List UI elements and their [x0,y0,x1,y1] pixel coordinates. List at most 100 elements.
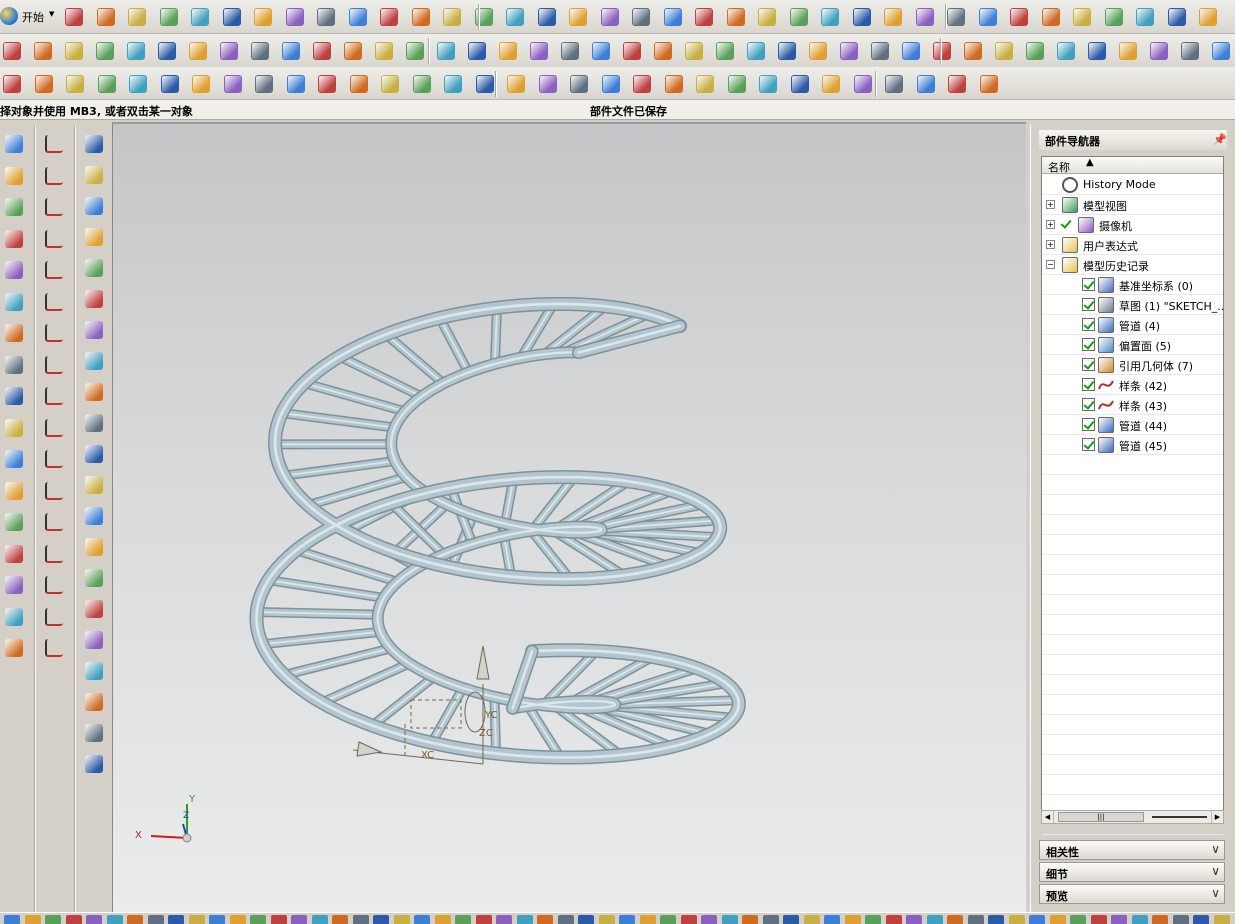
project-button[interactable] [42,227,66,251]
selection-filter-icon[interactable] [1070,915,1086,924]
assembly-button[interactable] [818,5,842,29]
new-button[interactable] [62,5,86,29]
chamfer-button[interactable] [82,287,106,311]
selection-filter-icon[interactable] [1111,915,1127,924]
rectangle-button[interactable] [2,258,26,282]
pattern-button[interactable] [82,442,106,466]
tree-node[interactable]: 样条 (43) [1042,395,1223,415]
info-button[interactable] [1196,5,1220,29]
selection-filter-icon[interactable] [352,915,369,924]
undo-button[interactable] [283,5,307,29]
selection-filter-icon[interactable] [578,915,594,924]
extend-button[interactable] [217,39,241,63]
rotate-button[interactable] [535,5,559,29]
start-menu-button[interactable]: 开始 ▼ [0,5,58,27]
line-button[interactable] [2,164,26,188]
circle-button[interactable] [2,227,26,251]
tree-node[interactable]: 管道 (4) [1042,315,1223,335]
offset-curve-button[interactable] [42,195,66,219]
selection-filter-icon[interactable] [1029,915,1045,924]
selection-filter-icon[interactable] [1008,915,1025,924]
selection-filter-icon[interactable] [947,915,963,924]
expand-icon[interactable]: + [1046,220,1055,229]
copy-button[interactable] [1007,5,1031,29]
shell-button[interactable] [851,72,875,96]
extrude-button[interactable] [42,290,66,314]
selection-filter-icon[interactable] [4,915,20,924]
spiral-tube-model[interactable] [249,297,746,765]
tree-node[interactable]: 引用几何体 (7) [1042,355,1223,375]
offset-button[interactable] [155,39,179,63]
open-button[interactable] [913,5,937,29]
pin-icon[interactable]: 📌 [1213,133,1227,146]
tools-button[interactable] [850,5,874,29]
spline-button[interactable] [82,690,106,714]
selection-filter-icon[interactable] [701,915,717,924]
project-button[interactable] [2,447,26,471]
selection-filter-icon[interactable] [86,915,102,924]
selection-filter-icon[interactable] [311,915,328,924]
expand-icon[interactable]: + [1046,240,1055,249]
new-button[interactable] [881,5,905,29]
visibility-checkbox[interactable] [1082,438,1095,451]
groove-button[interactable] [315,72,339,96]
selection-filter-icon[interactable] [885,915,902,924]
selection-filter-icon[interactable] [824,915,840,924]
preview-panel[interactable]: 预览 ∨ [1039,884,1225,904]
shell-button[interactable] [82,349,106,373]
offset-button[interactable] [651,39,675,63]
selection-filter-icon[interactable] [455,915,471,924]
undo-button[interactable] [1102,5,1126,29]
selection-filter-icon[interactable] [619,915,635,924]
selection-filter-icon[interactable] [1172,915,1189,924]
point-button[interactable] [82,659,106,683]
delete-button[interactable] [1070,5,1094,29]
section-button[interactable] [930,39,954,63]
revolve-button[interactable] [42,321,66,345]
datum-button[interactable] [945,72,969,96]
tree-node[interactable]: 样条 (42) [1042,375,1223,395]
shaded-button[interactable] [598,5,622,29]
sketch-button[interactable] [2,132,26,156]
thicken-button[interactable] [837,39,861,63]
visibility-checkbox[interactable] [1082,378,1095,391]
face-button[interactable] [248,39,272,63]
tree-node[interactable]: + 摄像机 [1042,215,1223,235]
boss-button[interactable] [189,72,213,96]
block-button[interactable] [82,163,106,187]
scroll-thumb[interactable]: ||| [1058,812,1144,822]
check-icon[interactable] [1060,218,1073,231]
selection-filter-icon[interactable] [557,915,574,924]
selection-filter-icon[interactable] [803,915,820,924]
cylinder-button[interactable] [82,194,106,218]
selection-filter-icon[interactable] [865,915,881,924]
selection-filter-icon[interactable] [229,915,246,924]
mesh-button[interactable] [527,39,551,63]
face-button[interactable] [744,39,768,63]
patch-button[interactable] [775,39,799,63]
selection-filter-icon[interactable] [373,915,389,924]
cone-button[interactable] [82,225,106,249]
expand-icon[interactable]: + [1046,200,1055,209]
tree-node[interactable]: 管道 (45) [1042,435,1223,455]
paste-button[interactable] [1039,5,1063,29]
selection-filter-icon[interactable] [65,915,82,924]
selection-filter-icon[interactable] [680,915,697,924]
cut-button[interactable] [157,5,181,29]
extend-button[interactable] [1209,39,1233,63]
loft-button[interactable] [1085,39,1109,63]
circle-button[interactable] [82,566,106,590]
tree-node[interactable]: 基准坐标系 (0) [1042,275,1223,295]
offset-curve-button[interactable] [82,752,106,776]
sphere-button[interactable] [0,72,24,96]
selection-filter-icon[interactable] [250,915,266,924]
fit-button[interactable] [440,5,464,29]
redo-button[interactable] [1133,5,1157,29]
revolve-button[interactable] [126,72,150,96]
sphere-button[interactable] [42,479,66,503]
slot-button[interactable] [284,72,308,96]
edit-button[interactable] [1165,5,1189,29]
cone-button[interactable] [42,447,66,471]
studio-button[interactable] [961,39,985,63]
selection-filter-icon[interactable] [209,915,225,924]
